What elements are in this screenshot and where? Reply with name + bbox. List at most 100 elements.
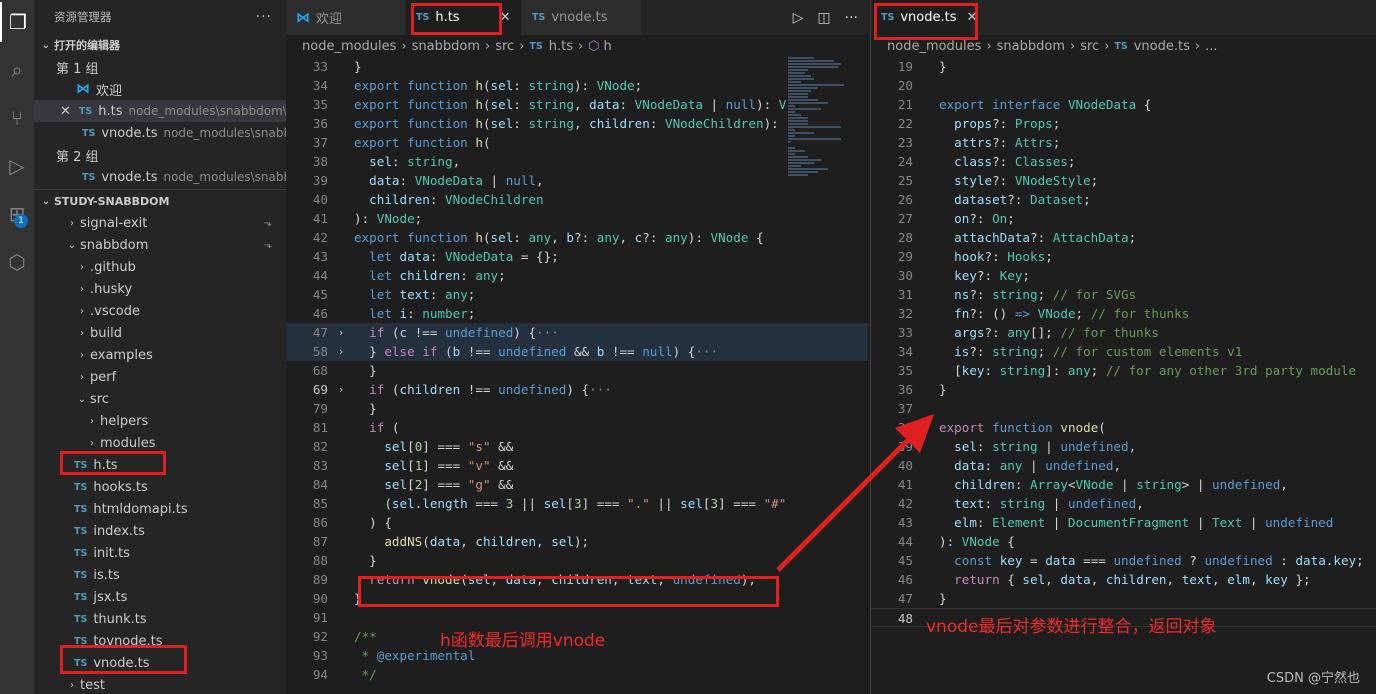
code-line[interactable]: 47} bbox=[871, 589, 1376, 608]
open-editor-vnode-ts-2[interactable]: TS vnode.ts node_modules\snabbd... bbox=[34, 166, 286, 188]
code-line[interactable]: 21 export interface VNodeData { bbox=[871, 95, 1376, 114]
tree-folder[interactable]: › .github bbox=[34, 256, 286, 278]
code-line[interactable]: 24 class?: Classes; bbox=[871, 152, 1376, 171]
code-line[interactable]: 37 export function h( bbox=[286, 133, 868, 152]
tree-folder[interactable]: › .husky bbox=[34, 278, 286, 300]
open-editor-vnode-ts[interactable]: TS vnode.ts node_modules\snabbd... bbox=[34, 122, 286, 144]
breadcrumb-item[interactable]: node_modules bbox=[887, 39, 981, 54]
code-line[interactable]: 31 ns?: string; // for SVGs bbox=[871, 285, 1376, 304]
source-control-icon[interactable]: ⑂ bbox=[0, 98, 34, 138]
breadcrumb-item[interactable]: ... bbox=[1205, 39, 1217, 54]
code-line[interactable]: 87 addNS(data, children, sel); bbox=[286, 532, 868, 551]
code-line[interactable]: 58 › } else if (b !== undefined && b !== … bbox=[286, 342, 868, 361]
tree-folder[interactable]: ⌄ src bbox=[34, 388, 286, 410]
code-line[interactable]: 32 fn?: () => VNode; // for thunks bbox=[871, 304, 1376, 323]
search-icon[interactable]: ⌕ bbox=[0, 50, 34, 90]
open-editors-section[interactable]: ⌄ 打开的编辑器 bbox=[34, 34, 286, 56]
code-line[interactable]: 34 export function h(sel: string): VNode; bbox=[286, 76, 868, 95]
code-line[interactable]: 83 sel[1] === "v" && bbox=[286, 456, 868, 475]
breadcrumb-item[interactable]: node_modules bbox=[302, 39, 396, 54]
code-line[interactable]: 68 } bbox=[286, 361, 868, 380]
breadcrumb-item[interactable]: snabbdom bbox=[997, 39, 1065, 54]
more-actions-icon[interactable]: ··· bbox=[256, 9, 272, 25]
code-line[interactable]: 22 props?: Props; bbox=[871, 114, 1376, 133]
code-line[interactable]: 43 let data: VNodeData = {}; bbox=[286, 247, 868, 266]
code-line[interactable]: 41 children: Array<VNode | string> | und… bbox=[871, 475, 1376, 494]
code-line[interactable]: 35 [key: string]: any; // for any other … bbox=[871, 361, 1376, 380]
code-line[interactable]: 79 } bbox=[286, 399, 868, 418]
tree-folder-test[interactable]: › test bbox=[34, 674, 286, 694]
fold-chevron-icon[interactable]: › bbox=[328, 342, 354, 361]
tree-folder[interactable]: ⌄ snabbdom ⬎ bbox=[34, 234, 286, 256]
code-editor-vnode-ts[interactable]: 19} 20 21 export interface VNodeData {22 pr… bbox=[871, 57, 1376, 627]
code-line[interactable]: 29 hook?: Hooks; bbox=[871, 247, 1376, 266]
run-icon[interactable]: ▷ bbox=[793, 10, 804, 26]
fold-chevron-icon[interactable]: › bbox=[328, 380, 354, 399]
code-line[interactable]: 81 if ( bbox=[286, 418, 868, 437]
code-line[interactable]: 30 key?: Key; bbox=[871, 266, 1376, 285]
tree-folder[interactable]: › examples bbox=[34, 344, 286, 366]
code-line[interactable]: 40 data: any | undefined, bbox=[871, 456, 1376, 475]
code-line[interactable]: 44): VNode { bbox=[871, 532, 1376, 551]
close-icon[interactable]: ✕ bbox=[60, 104, 71, 119]
breadcrumb-item[interactable]: snabbdom bbox=[412, 39, 480, 54]
tree-folder[interactable]: › helpers bbox=[34, 410, 286, 432]
breadcrumb-item[interactable]: vnode.ts bbox=[1134, 39, 1190, 54]
more-actions-icon[interactable]: ··· bbox=[845, 10, 858, 26]
code-line[interactable]: 45 const key = data === undefined ? unde… bbox=[871, 551, 1376, 570]
run-debug-icon[interactable]: ▷ bbox=[0, 146, 34, 186]
open-editor-h-ts[interactable]: ✕ TS h.ts node_modules\snabbdom\src bbox=[34, 100, 286, 122]
tree-file[interactable]: TS is.ts bbox=[34, 564, 286, 586]
tree-folder[interactable]: › perf bbox=[34, 366, 286, 388]
project-section[interactable]: ⌄ STUDY-SNABBDOM bbox=[34, 190, 286, 212]
code-line[interactable]: 27 on?: On; bbox=[871, 209, 1376, 228]
code-line[interactable]: 38 sel: string, bbox=[286, 152, 868, 171]
breadcrumb-item[interactable]: src bbox=[1080, 39, 1099, 54]
tree-folder[interactable]: › signal-exit ⬎ bbox=[34, 212, 286, 234]
code-line[interactable]: 44 let children: any; bbox=[286, 266, 868, 285]
code-line[interactable]: 23 attrs?: Attrs; bbox=[871, 133, 1376, 152]
code-line[interactable]: 91 bbox=[286, 608, 868, 627]
tree-file[interactable]: TS thunk.ts bbox=[34, 608, 286, 630]
explorer-icon[interactable]: ❐ bbox=[0, 2, 34, 42]
split-editor-icon[interactable]: ◫ bbox=[817, 10, 830, 26]
code-line[interactable]: 39 data: VNodeData | null, bbox=[286, 171, 868, 190]
tree-file[interactable]: TS init.ts bbox=[34, 542, 286, 564]
code-line[interactable]: 19} bbox=[871, 57, 1376, 76]
tree-file[interactable]: TS hooks.ts bbox=[34, 476, 286, 498]
tree-folder[interactable]: › .vscode bbox=[34, 300, 286, 322]
code-line[interactable]: 38 export function vnode( bbox=[871, 418, 1376, 437]
code-line[interactable]: 39 sel: string | undefined, bbox=[871, 437, 1376, 456]
breadcrumb-item[interactable]: h.ts bbox=[549, 39, 573, 54]
tree-folder[interactable]: › build bbox=[34, 322, 286, 344]
code-line[interactable]: 36 export function h(sel: string, childre… bbox=[286, 114, 868, 133]
code-line[interactable]: 36} bbox=[871, 380, 1376, 399]
code-line[interactable]: 33 args?: any[]; // for thunks bbox=[871, 323, 1376, 342]
remote-explorer-icon[interactable]: ⬡ bbox=[0, 242, 34, 282]
breadcrumb-item[interactable]: h bbox=[604, 39, 612, 54]
open-editor-welcome[interactable]: ⋈ 欢迎 bbox=[34, 78, 286, 100]
code-line[interactable]: 37 bbox=[871, 399, 1376, 418]
code-line[interactable]: 34 is?: string; // for custom elements v… bbox=[871, 342, 1376, 361]
code-line[interactable]: 35 export function h(sel: string, data: V… bbox=[286, 95, 868, 114]
breadcrumb-item[interactable]: src bbox=[495, 39, 514, 54]
code-line[interactable]: 42 export function h(sel: any, b?: any, c… bbox=[286, 228, 868, 247]
tree-file[interactable]: TS htmldomapi.ts bbox=[34, 498, 286, 520]
fold-chevron-icon[interactable]: › bbox=[328, 323, 354, 342]
tree-file[interactable]: TS index.ts bbox=[34, 520, 286, 542]
code-line[interactable]: 46 return { sel, data, children, text, e… bbox=[871, 570, 1376, 589]
tab-vnode-ts[interactable]: TS vnode.ts bbox=[522, 0, 642, 35]
code-line[interactable]: 82 sel[0] === "s" && bbox=[286, 437, 868, 456]
code-line[interactable]: 84 sel[2] === "g" && bbox=[286, 475, 868, 494]
code-line[interactable]: 85 (sel.length === 3 || sel[3] === "." |… bbox=[286, 494, 868, 513]
extensions-icon[interactable]: ⊞1 bbox=[0, 194, 34, 234]
code-line[interactable]: 47 › if (c !== undefined) {··· bbox=[286, 323, 868, 342]
code-line[interactable]: 40 children: VNodeChildren bbox=[286, 190, 868, 209]
code-line[interactable]: 46 let i: number; bbox=[286, 304, 868, 323]
code-line[interactable]: 28 attachData?: AttachData; bbox=[871, 228, 1376, 247]
code-line[interactable]: 94 */ bbox=[286, 665, 868, 684]
code-line[interactable]: 69 › if (children !== undefined) {··· bbox=[286, 380, 868, 399]
code-line[interactable]: 42 text: string | undefined, bbox=[871, 494, 1376, 513]
tree-file[interactable]: TS jsx.ts bbox=[34, 586, 286, 608]
code-line[interactable]: 33} bbox=[286, 57, 868, 76]
